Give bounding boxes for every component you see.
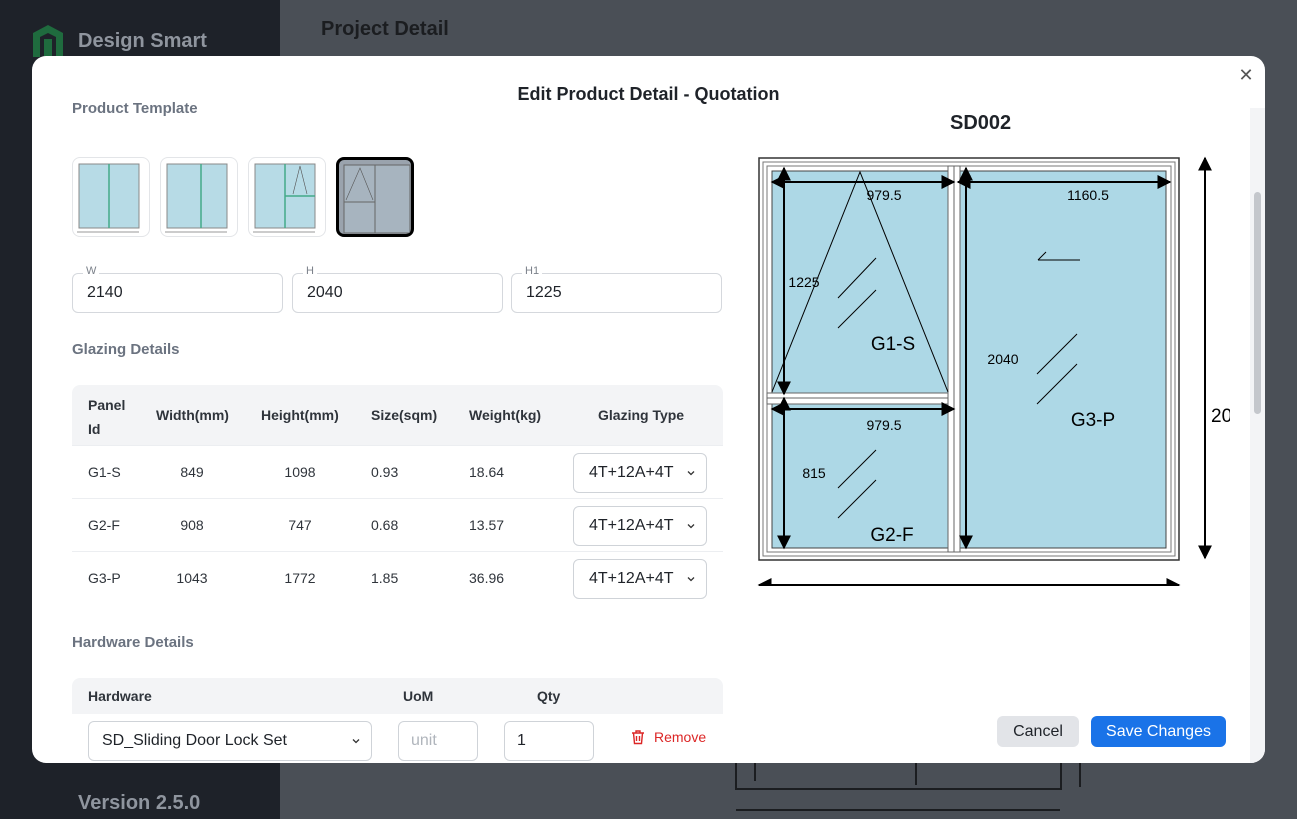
template-option-2[interactable]	[160, 157, 238, 237]
hardware-value: SD_Sliding Door Lock Set	[102, 732, 287, 749]
app-version: Version 2.5.0	[78, 792, 201, 814]
col-weight: Weight(kg)	[469, 407, 542, 423]
col-qty: Qty	[537, 688, 561, 704]
height-field[interactable]: H	[292, 265, 503, 313]
app-name: Design Smart	[78, 29, 207, 52]
col-panel-id: Panel Id	[88, 397, 126, 437]
table-row: G1-S 849 1098 0.93 18.64 4T+12A+4T	[72, 445, 723, 498]
height-input[interactable]	[293, 274, 502, 312]
uom-field[interactable]	[398, 721, 478, 761]
dim-top-right-label: 1160.5	[1067, 187, 1109, 203]
save-changes-button[interactable]: Save Changes	[1091, 716, 1226, 747]
template-thumbnails	[72, 157, 414, 237]
chevron-down-icon	[687, 577, 695, 582]
logo-icon	[33, 25, 63, 57]
glazing-type-select[interactable]: 4T+12A+4T	[573, 506, 707, 546]
cell-height: 1772	[284, 570, 316, 586]
table-row: SD_Sliding Door Lock Set Remove	[72, 714, 723, 763]
page-title: Project Detail	[321, 18, 449, 40]
table-row: G2-F 908 747 0.68 13.57 4T+12A+4T	[72, 498, 723, 551]
h1-label: H1	[522, 265, 543, 277]
cell-width: 1043	[176, 570, 208, 586]
remove-hardware-button[interactable]: Remove	[630, 729, 706, 745]
scrollbar-thumb[interactable]	[1254, 192, 1261, 414]
template-option-4-selected[interactable]	[336, 157, 414, 237]
width-field[interactable]: W	[72, 265, 283, 313]
glazing-details-heading: Glazing Details	[72, 341, 180, 358]
cell-width: 849	[180, 464, 204, 480]
dim-top-left-label: 979.5	[866, 187, 901, 203]
modal-scrollbar[interactable]	[1250, 108, 1265, 763]
template-option-3[interactable]	[248, 157, 326, 237]
dim-bottom-left-label: 979.5	[866, 417, 901, 433]
hardware-select[interactable]: SD_Sliding Door Lock Set	[88, 721, 372, 761]
cell-panel-id: G1-S	[88, 464, 121, 480]
qty-input[interactable]	[505, 722, 593, 760]
width-input[interactable]	[73, 274, 282, 312]
cell-size: 0.68	[371, 517, 399, 533]
panel-g3-label: G3-P	[1071, 410, 1115, 431]
remove-label: Remove	[654, 729, 707, 745]
cell-weight: 18.64	[469, 464, 505, 480]
template-option-1[interactable]	[72, 157, 150, 237]
product-code: SD002	[950, 112, 1012, 134]
table-row: G3-P 1043 1772 1.85 36.96 4T+12A+4T	[72, 551, 723, 604]
hardware-details-heading: Hardware Details	[72, 634, 194, 651]
dim-h-bottom-label: 815	[802, 465, 826, 481]
glazing-type-select[interactable]: 4T+12A+4T	[573, 453, 707, 493]
glazing-type-value: 4T+12A+4T	[589, 517, 674, 534]
glazing-type-value: 4T+12A+4T	[589, 570, 674, 587]
trash-icon	[632, 730, 644, 745]
width-label: W	[83, 265, 100, 277]
cell-height: 747	[288, 517, 312, 533]
glazing-table: Panel Id Width(mm) Height(mm) Size(sqm) …	[72, 385, 723, 604]
cell-weight: 36.96	[469, 570, 505, 586]
chevron-down-icon	[352, 739, 360, 744]
panel-g2-label: G2-F	[870, 525, 913, 546]
glazing-type-value: 4T+12A+4T	[589, 464, 674, 481]
cancel-button[interactable]: Cancel	[997, 716, 1079, 747]
cell-size: 0.93	[371, 464, 399, 480]
product-template-heading: Product Template	[72, 100, 198, 117]
cell-panel-id: G3-P	[88, 570, 121, 586]
qty-field[interactable]	[504, 721, 594, 761]
col-uom: UoM	[403, 688, 434, 704]
col-glazing-type: Glazing Type	[598, 407, 685, 423]
hardware-table: Hardware UoM Qty SD_Sliding Door Lock Se…	[72, 678, 723, 763]
panel-g1-label: G1-S	[871, 334, 915, 355]
col-height: Height(mm)	[261, 407, 339, 423]
background-drawing	[735, 755, 1081, 811]
glazing-type-select[interactable]: 4T+12A+4T	[573, 559, 707, 599]
dim-h1-label: 1225	[788, 274, 819, 290]
cell-weight: 13.57	[469, 517, 505, 533]
dim-h-right-label: 2040	[987, 351, 1018, 367]
chevron-down-icon	[687, 524, 695, 529]
cell-width: 908	[180, 517, 204, 533]
product-form: Product Template W H H1	[72, 56, 723, 763]
app-logo: Design Smart	[32, 24, 207, 58]
cell-panel-id: G2-F	[88, 517, 120, 533]
col-size: Size(sqm)	[371, 407, 438, 423]
glazing-table-header: Panel Id Width(mm) Height(mm) Size(sqm) …	[72, 385, 723, 445]
cell-height: 1098	[284, 464, 316, 480]
col-hardware: Hardware	[88, 688, 152, 704]
col-width: Width(mm)	[156, 407, 229, 423]
h1-field[interactable]: H1	[511, 265, 722, 313]
h1-input[interactable]	[512, 274, 721, 312]
product-drawing: 979.5 1160.5 1225 979.5 815 2040 G1-S G2…	[757, 156, 1230, 586]
uom-input[interactable]	[399, 722, 477, 760]
glass-panel-g2	[771, 403, 949, 549]
chevron-down-icon	[687, 471, 695, 476]
height-label: H	[303, 265, 317, 277]
close-icon[interactable]: ✕	[1237, 66, 1255, 84]
cell-size: 1.85	[371, 570, 399, 586]
edit-product-modal: Edit Product Detail - Quotation ✕ Produc…	[32, 56, 1265, 763]
dim-overall-height-label: 20	[1211, 406, 1230, 427]
